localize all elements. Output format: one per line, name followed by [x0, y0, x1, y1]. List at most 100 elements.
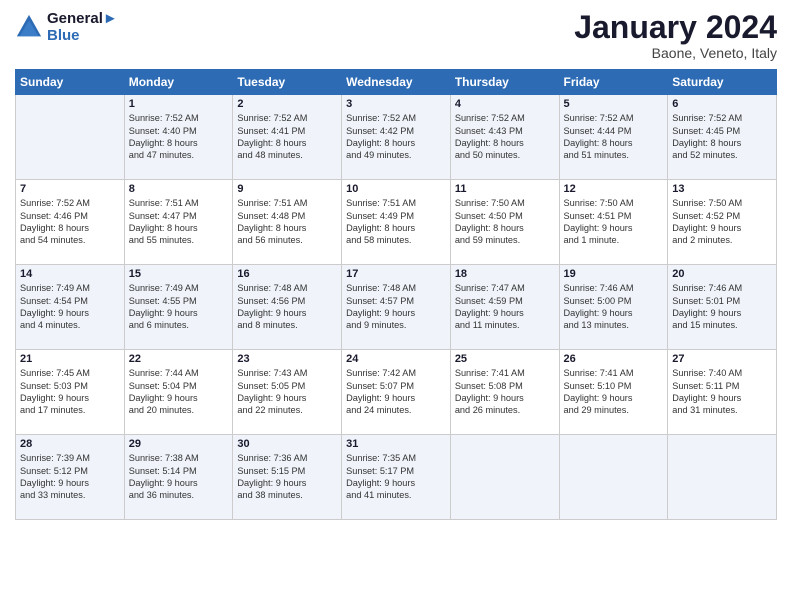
calendar-cell: 31Sunrise: 7:35 AMSunset: 5:17 PMDayligh…: [342, 435, 451, 520]
calendar-cell: 9 Sunrise: 7:51 AMSunset: 4:48 PMDaylight…: [233, 180, 342, 265]
calendar-cell: 21Sunrise: 7:45 AMSunset: 5:03 PMDayligh…: [16, 350, 125, 435]
day-number: 2: [237, 98, 337, 110]
day-number: 27: [672, 353, 772, 365]
calendar-week-5: 28 Sunrise: 7:39 AMSunset: 5:12 PMDayligh…: [16, 435, 777, 520]
day-info: Sunrise: 7:39 AMSunset: 5:12 PMDaylight:…: [20, 452, 120, 502]
day-info: Sunrise: 7:51 AMSunset: 4:47 PMDaylight:…: [129, 197, 229, 247]
calendar-cell: 22 Sunrise: 7:44 AMSunset: 5:04 PMDayligh…: [124, 350, 233, 435]
day-info: Sunrise: 7:44 AMSunset: 5:04 PMDaylight:…: [129, 367, 229, 417]
col-thursday: Thursday: [450, 70, 559, 95]
day-info: Sunrise: 7:40 AMSunset: 5:11 PMDaylight:…: [672, 367, 772, 417]
logo-icon: [15, 13, 43, 41]
calendar-cell: 30 Sunrise: 7:36 AMSunset: 5:15 PMDayligh…: [233, 435, 342, 520]
day-info: Sunrise: 7:36 AMSunset: 5:15 PMDaylight:…: [237, 452, 337, 502]
calendar-cell: 2 Sunrise: 7:52 AMSunset: 4:41 PMDaylight…: [233, 95, 342, 180]
day-info: Sunrise: 7:46 AMSunset: 5:00 PMDaylight:…: [564, 282, 664, 332]
day-number: 12: [564, 183, 664, 195]
day-number: 11: [455, 183, 555, 195]
calendar-cell: 6 Sunrise: 7:52 AMSunset: 4:45 PMDaylight…: [668, 95, 777, 180]
calendar-week-2: 7 Sunrise: 7:52 AMSunset: 4:46 PMDaylight…: [16, 180, 777, 265]
day-info: Sunrise: 7:52 AMSunset: 4:42 PMDaylight:…: [346, 112, 446, 162]
day-number: 30: [237, 438, 337, 450]
day-number: 29: [129, 438, 229, 450]
col-wednesday: Wednesday: [342, 70, 451, 95]
day-number: 6: [672, 98, 772, 110]
day-info: Sunrise: 7:48 AMSunset: 4:57 PMDaylight:…: [346, 282, 446, 332]
day-info: Sunrise: 7:48 AMSunset: 4:56 PMDaylight:…: [237, 282, 337, 332]
day-number: 1: [129, 98, 229, 110]
day-info: Sunrise: 7:52 AMSunset: 4:44 PMDaylight:…: [564, 112, 664, 162]
day-number: 16: [237, 268, 337, 280]
calendar-cell: 1 Sunrise: 7:52 AMSunset: 4:40 PMDaylight…: [124, 95, 233, 180]
calendar-header-row: Sunday Monday Tuesday Wednesday Thursday…: [16, 70, 777, 95]
calendar-cell: 12Sunrise: 7:50 AMSunset: 4:51 PMDayligh…: [559, 180, 668, 265]
calendar-cell: [559, 435, 668, 520]
day-info: Sunrise: 7:49 AMSunset: 4:54 PMDaylight:…: [20, 282, 120, 332]
day-info: Sunrise: 7:52 AMSunset: 4:43 PMDaylight:…: [455, 112, 555, 162]
day-number: 8: [129, 183, 229, 195]
calendar-cell: 11Sunrise: 7:50 AMSunset: 4:50 PMDayligh…: [450, 180, 559, 265]
day-info: Sunrise: 7:50 AMSunset: 4:52 PMDaylight:…: [672, 197, 772, 247]
calendar-cell: [450, 435, 559, 520]
day-info: Sunrise: 7:42 AMSunset: 5:07 PMDaylight:…: [346, 367, 446, 417]
col-tuesday: Tuesday: [233, 70, 342, 95]
header: General► Blue January 2024 Baone, Veneto…: [15, 10, 777, 61]
day-number: 28: [20, 438, 120, 450]
day-info: Sunrise: 7:51 AMSunset: 4:48 PMDaylight:…: [237, 197, 337, 247]
calendar-cell: 8 Sunrise: 7:51 AMSunset: 4:47 PMDaylight…: [124, 180, 233, 265]
calendar-cell: 25 Sunrise: 7:41 AMSunset: 5:08 PMDayligh…: [450, 350, 559, 435]
day-info: Sunrise: 7:52 AMSunset: 4:41 PMDaylight:…: [237, 112, 337, 162]
day-number: 7: [20, 183, 120, 195]
calendar-cell: [668, 435, 777, 520]
title-block: January 2024 Baone, Veneto, Italy: [574, 10, 777, 61]
day-number: 18: [455, 268, 555, 280]
calendar-cell: 16 Sunrise: 7:48 AMSunset: 4:56 PMDayligh…: [233, 265, 342, 350]
calendar-week-1: 1 Sunrise: 7:52 AMSunset: 4:40 PMDaylight…: [16, 95, 777, 180]
day-info: Sunrise: 7:45 AMSunset: 5:03 PMDaylight:…: [20, 367, 120, 417]
calendar-cell: 24 Sunrise: 7:42 AMSunset: 5:07 PMDayligh…: [342, 350, 451, 435]
calendar-cell: 4 Sunrise: 7:52 AMSunset: 4:43 PMDaylight…: [450, 95, 559, 180]
calendar-cell: 18Sunrise: 7:47 AMSunset: 4:59 PMDayligh…: [450, 265, 559, 350]
calendar-cell: 27 Sunrise: 7:40 AMSunset: 5:11 PMDayligh…: [668, 350, 777, 435]
day-number: 26: [564, 353, 664, 365]
subtitle: Baone, Veneto, Italy: [574, 45, 777, 61]
day-number: 17: [346, 268, 446, 280]
calendar-table: Sunday Monday Tuesday Wednesday Thursday…: [15, 69, 777, 520]
calendar-cell: 28 Sunrise: 7:39 AMSunset: 5:12 PMDayligh…: [16, 435, 125, 520]
col-monday: Monday: [124, 70, 233, 95]
calendar-cell: 13 Sunrise: 7:50 AMSunset: 4:52 PMDayligh…: [668, 180, 777, 265]
day-number: 9: [237, 183, 337, 195]
day-number: 13: [672, 183, 772, 195]
day-info: Sunrise: 7:43 AMSunset: 5:05 PMDaylight:…: [237, 367, 337, 417]
calendar-cell: 5Sunrise: 7:52 AMSunset: 4:44 PMDaylight…: [559, 95, 668, 180]
day-number: 25: [455, 353, 555, 365]
calendar-cell: 17 Sunrise: 7:48 AMSunset: 4:57 PMDayligh…: [342, 265, 451, 350]
day-number: 24: [346, 353, 446, 365]
col-saturday: Saturday: [668, 70, 777, 95]
day-number: 15: [129, 268, 229, 280]
day-number: 20: [672, 268, 772, 280]
day-info: Sunrise: 7:52 AMSunset: 4:40 PMDaylight:…: [129, 112, 229, 162]
day-number: 3: [346, 98, 446, 110]
day-info: Sunrise: 7:52 AMSunset: 4:45 PMDaylight:…: [672, 112, 772, 162]
day-number: 31: [346, 438, 446, 450]
calendar-cell: 15Sunrise: 7:49 AMSunset: 4:55 PMDayligh…: [124, 265, 233, 350]
day-info: Sunrise: 7:41 AMSunset: 5:08 PMDaylight:…: [455, 367, 555, 417]
col-sunday: Sunday: [16, 70, 125, 95]
day-info: Sunrise: 7:41 AMSunset: 5:10 PMDaylight:…: [564, 367, 664, 417]
calendar-cell: 19Sunrise: 7:46 AMSunset: 5:00 PMDayligh…: [559, 265, 668, 350]
col-friday: Friday: [559, 70, 668, 95]
calendar-cell: 7 Sunrise: 7:52 AMSunset: 4:46 PMDaylight…: [16, 180, 125, 265]
day-info: Sunrise: 7:52 AMSunset: 4:46 PMDaylight:…: [20, 197, 120, 247]
day-info: Sunrise: 7:51 AMSunset: 4:49 PMDaylight:…: [346, 197, 446, 247]
day-number: 22: [129, 353, 229, 365]
day-info: Sunrise: 7:38 AMSunset: 5:14 PMDaylight:…: [129, 452, 229, 502]
main-title: January 2024: [574, 10, 777, 45]
day-number: 23: [237, 353, 337, 365]
day-number: 4: [455, 98, 555, 110]
calendar-cell: 14 Sunrise: 7:49 AMSunset: 4:54 PMDayligh…: [16, 265, 125, 350]
day-number: 14: [20, 268, 120, 280]
calendar-cell: 10 Sunrise: 7:51 AMSunset: 4:49 PMDayligh…: [342, 180, 451, 265]
calendar-week-3: 14 Sunrise: 7:49 AMSunset: 4:54 PMDayligh…: [16, 265, 777, 350]
day-number: 10: [346, 183, 446, 195]
